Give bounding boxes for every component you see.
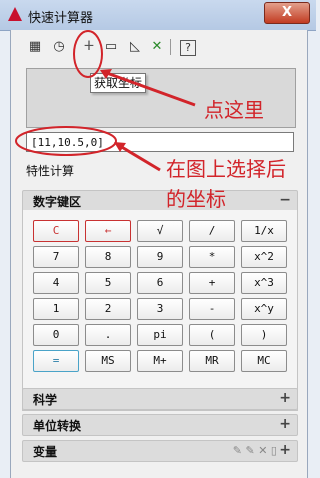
annotation-overlay: [15, 30, 196, 172]
annotation-select-1: 在图上选择后: [166, 157, 286, 181]
arrow-icon: [119, 144, 161, 172]
arrow-icon: [103, 70, 196, 107]
annotation-select-2: 的坐标: [166, 187, 226, 211]
annotation-click-here: 点这里: [204, 98, 264, 122]
highlight-ellipse-icon: [15, 126, 117, 156]
highlight-ellipse-icon: [73, 30, 103, 78]
